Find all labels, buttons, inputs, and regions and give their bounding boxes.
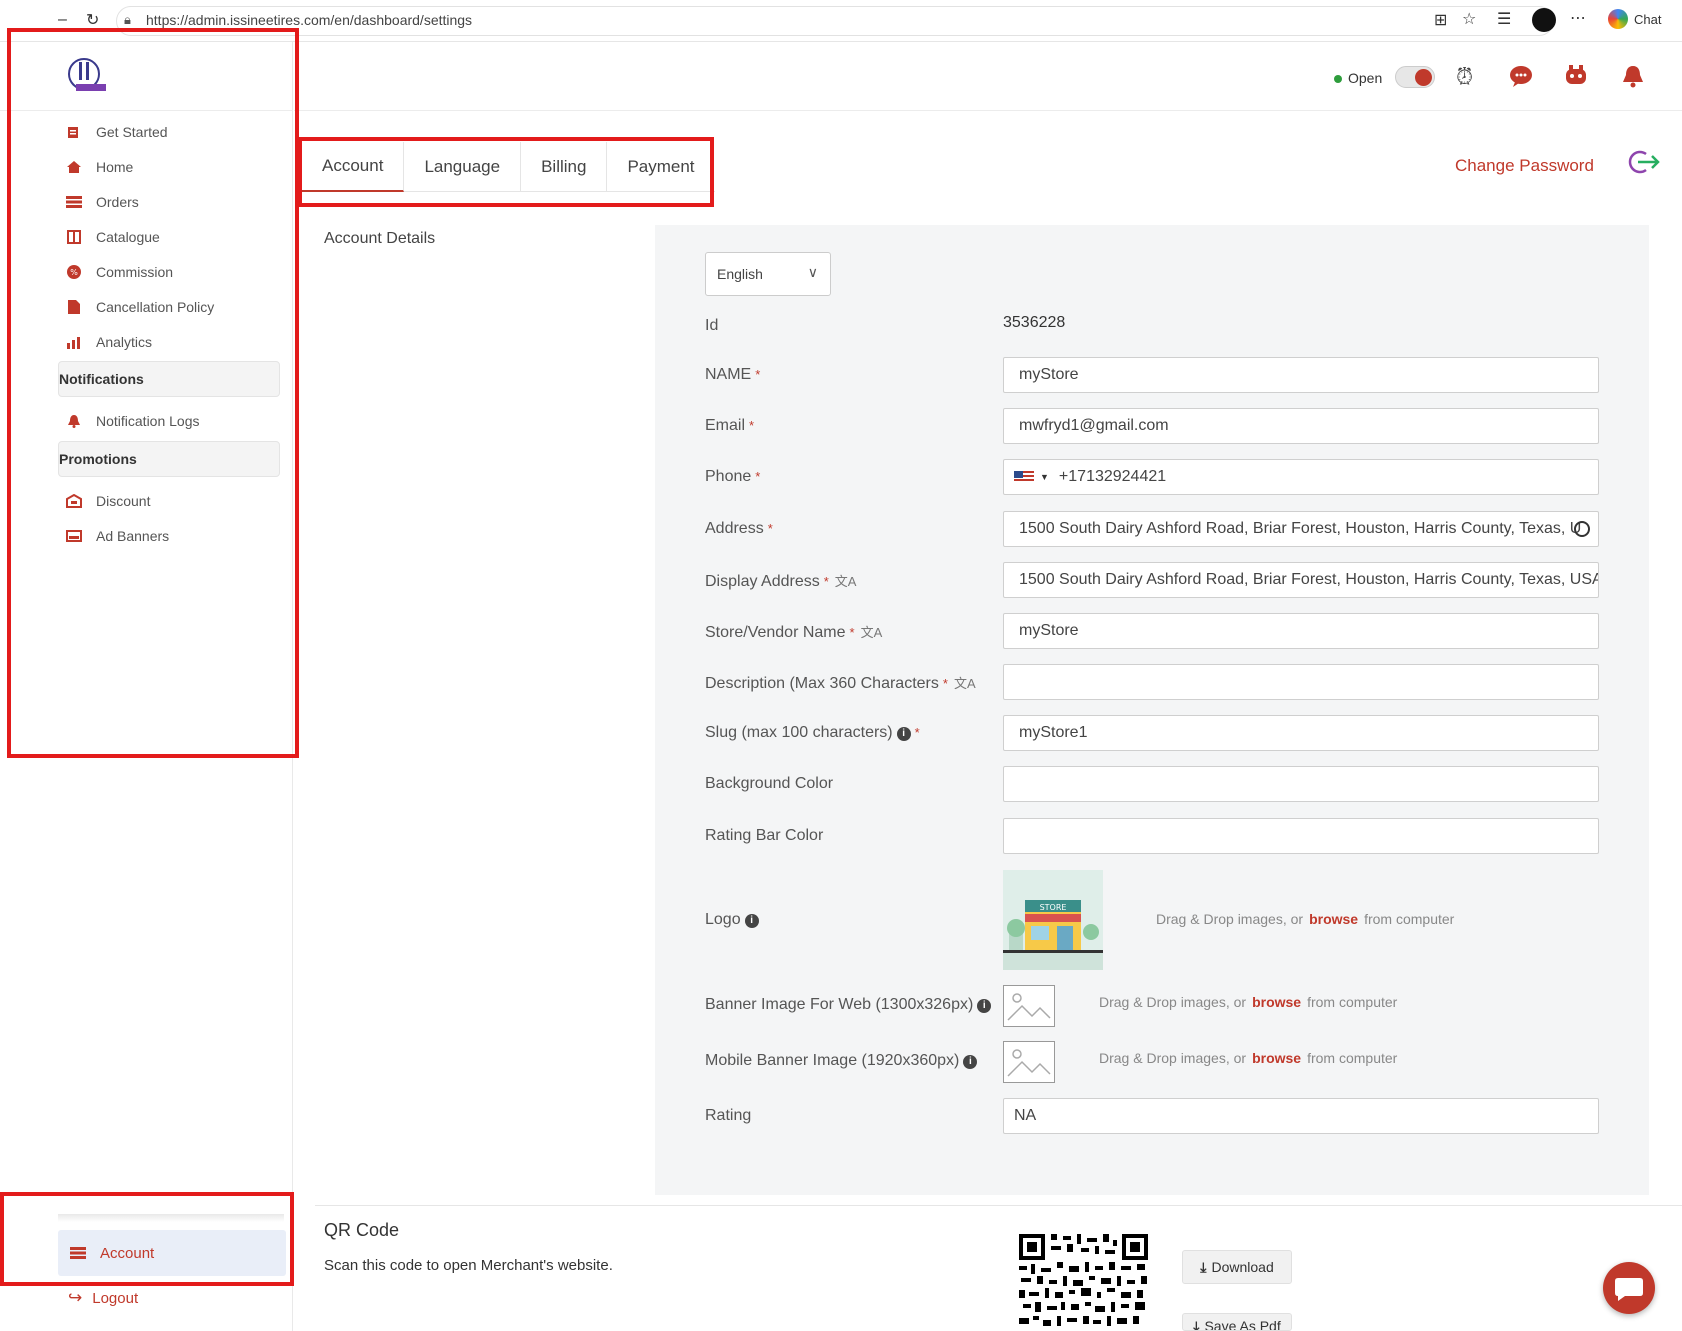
info-icon: i [963,1055,978,1069]
browse-link: browse [1309,911,1359,927]
store-name-label: Store/Vendor Name * 文A [705,624,883,641]
info-icon: i [744,914,759,928]
chevron-down-icon: ∨ [807,264,818,280]
browse-link: browse [1252,994,1302,1010]
more-icon[interactable]: ⋯ [1570,8,1586,28]
save-as-pdf-button[interactable]: ⤓ Save As Pdf [1182,1313,1292,1331]
info-icon: i [977,999,992,1013]
star-icon[interactable]: ☆ [1462,9,1476,29]
phone-field[interactable]: ▼ +17132924421 [1003,459,1599,495]
rating-field[interactable]: NA [1003,1098,1599,1134]
store-name-field[interactable]: myStore [1003,613,1599,649]
download-icon: ⤓ [1193,1318,1200,1331]
banner-mobile-drop-zone[interactable]: Drag & Drop images, or browse from compute… [1099,1050,1397,1066]
email-label: Email * [705,417,755,434]
lock-icon[interactable]: 🔒︎ [124,12,131,28]
logo-label: Logo i [705,911,759,929]
rating-label: Rating [705,1107,752,1124]
download-icon: ⤓ [1200,1258,1207,1275]
profile-icon[interactable] [1532,8,1556,32]
email-field[interactable]: mwfryd1@gmail.com [1003,408,1599,444]
copilot-icon[interactable] [1608,9,1628,29]
translate-icon: 文A [834,574,857,589]
slug-label: Slug (max 100 characters) i * [705,724,920,741]
info-icon: i [896,727,911,741]
chat-bubble-icon [1615,1278,1643,1301]
translate-icon: 文A [953,676,976,691]
rating-bar-color-label: Rating Bar Color [705,827,824,844]
slug-field[interactable]: myStore1 [1003,715,1599,751]
favorites-icon[interactable]: ☰ [1497,9,1511,29]
qr-code-heading: QR Code [324,1220,400,1240]
annotation-box-tabs [298,137,714,207]
banner-web-label: Banner Image For Web (1300x326px) i [705,996,992,1014]
caret-down-icon[interactable]: ▼ [1040,472,1049,482]
qr-code-description: Scan this code to open Merchant's websit… [324,1257,613,1274]
logo-drop-zone[interactable]: Drag & Drop images, or browse from compute… [1156,911,1454,927]
id-value: 3536228 [1003,314,1066,331]
status-dot [1334,75,1342,83]
id-label: Id [705,317,719,334]
open-status-toggle[interactable] [1395,66,1435,88]
language-select[interactable]: English ∨ [705,252,831,296]
url-text: https://admin.issineetires.com/en/dashbo… [146,12,473,28]
status-label: Open [1348,70,1383,86]
background-color-field[interactable] [1003,766,1599,802]
description-label: Description (Max 360 Characters * 文A [705,675,976,692]
banner-mobile-label: Mobile Banner Image (1920x360px) i [705,1052,978,1070]
image-placeholder-icon[interactable] [1003,1041,1055,1083]
banner-web-drop-zone[interactable]: Drag & Drop images, or browse from compute… [1099,994,1397,1010]
locate-icon[interactable] [1574,521,1590,537]
translate-icon: 文A [860,625,883,640]
annotation-box-account [0,1192,294,1286]
name-label: NAME * [705,366,761,383]
description-field[interactable] [1003,664,1599,700]
address-label: Address * [705,520,773,537]
exit-icon[interactable] [1626,148,1660,176]
account-details-heading: Account Details [324,230,436,247]
svg-text:STORE: STORE [1040,903,1067,912]
rating-bar-color-field[interactable] [1003,818,1599,854]
apps-icon[interactable]: ⊞ [1434,10,1447,30]
chat-label[interactable]: Chat [1634,12,1661,27]
bell-icon[interactable] [1622,64,1644,88]
logo-image[interactable]: STORE [1003,870,1103,970]
address-field[interactable]: 1500 South Dairy Ashford Road, Briar For… [1003,511,1599,547]
browse-link: browse [1252,1050,1302,1066]
support-chat-icon[interactable] [1508,64,1534,88]
us-flag-icon[interactable] [1014,471,1034,483]
change-password-link[interactable]: Change Password [1455,156,1594,176]
logout-icon: ↪ [68,1288,83,1307]
image-placeholder-icon[interactable] [1003,985,1055,1027]
chat-button[interactable] [1603,1262,1655,1314]
download-button[interactable]: ⤓ Download [1182,1250,1292,1284]
phone-label: Phone * [705,468,761,485]
bot-icon[interactable] [1564,64,1588,86]
qr-code-image [1017,1232,1150,1331]
reload-icon[interactable]: ↻ [86,10,99,30]
display-address-label: Display Address * 文A [705,573,857,590]
minimize-icon[interactable]: – [58,11,67,29]
background-color-label: Background Color [705,775,834,792]
logout-link[interactable]: ↪ Logout [68,1288,138,1308]
display-address-field[interactable]: 1500 South Dairy Ashford Road, Briar For… [1003,562,1599,598]
annotation-box-sidebar [7,28,299,758]
name-field[interactable]: myStore [1003,357,1599,393]
alarm-clock-icon[interactable]: ⏰︎ [1456,64,1473,90]
